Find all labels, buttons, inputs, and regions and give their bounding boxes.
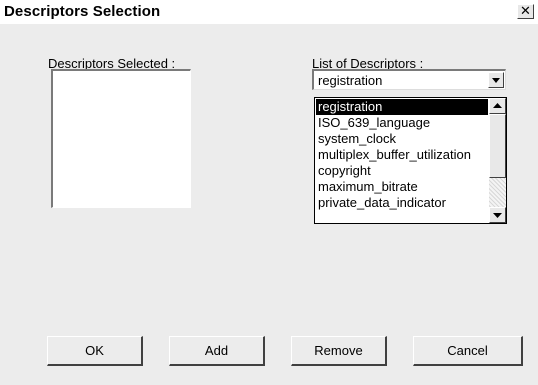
dropdown-item-copyright[interactable]: copyright: [316, 163, 488, 179]
chevron-down-icon: [493, 213, 502, 218]
add-button[interactable]: Add: [169, 336, 265, 366]
selected-descriptors-list[interactable]: [51, 69, 191, 208]
descriptor-dropdown-list[interactable]: registration ISO_639_language system_clo…: [314, 97, 507, 224]
ok-button[interactable]: OK: [47, 336, 143, 366]
combobox-dropdown-button[interactable]: [488, 72, 504, 88]
dropdown-item-registration[interactable]: registration: [316, 99, 488, 115]
chevron-down-icon: [492, 78, 500, 83]
dropdown-item-iso-639-language[interactable]: ISO_639_language: [316, 115, 488, 131]
descriptors-selection-dialog: Descriptors Selection ✕ Descriptors Sele…: [0, 0, 538, 385]
title-bar[interactable]: Descriptors Selection ✕: [0, 0, 538, 24]
scroll-down-button[interactable]: [489, 207, 506, 223]
dropdown-scrollbar[interactable]: [489, 98, 506, 223]
scrollbar-thumb[interactable]: [489, 114, 506, 178]
dropdown-item-private-data-indicator[interactable]: private_data_indicator: [316, 195, 488, 211]
dropdown-item-multiplex-buffer-utilization[interactable]: multiplex_buffer_utilization: [316, 147, 488, 163]
descriptor-combobox[interactable]: registration: [312, 69, 506, 90]
scroll-up-button[interactable]: [489, 98, 506, 114]
cancel-button[interactable]: Cancel: [413, 336, 523, 366]
close-icon: ✕: [520, 3, 531, 18]
window-title: Descriptors Selection: [4, 3, 161, 20]
chevron-up-icon: [493, 103, 502, 108]
dropdown-item-maximum-bitrate[interactable]: maximum_bitrate: [316, 179, 488, 195]
close-button[interactable]: ✕: [517, 4, 534, 19]
remove-button[interactable]: Remove: [291, 336, 387, 366]
dropdown-item-system-clock[interactable]: system_clock: [316, 131, 488, 147]
combobox-value: registration: [318, 73, 383, 88]
